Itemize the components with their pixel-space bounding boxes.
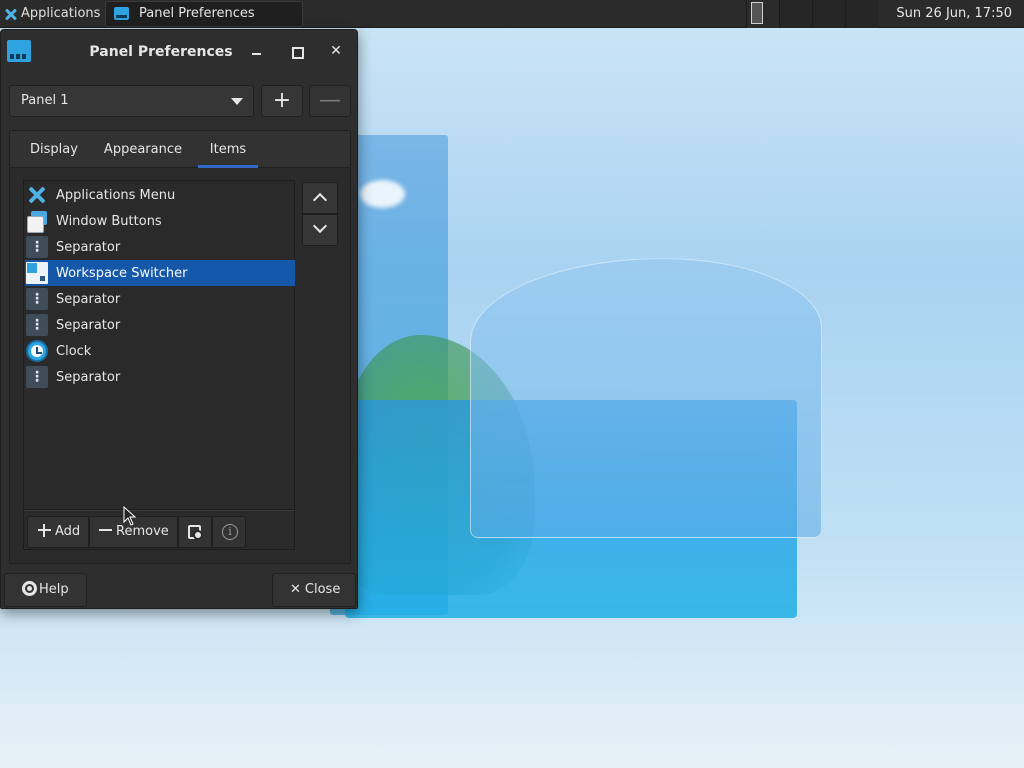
- list-item-label: Separator: [56, 291, 121, 307]
- tab-appearance[interactable]: Appearance: [94, 131, 192, 168]
- panel-selector-row: Panel 1 + —: [9, 85, 351, 117]
- plus-icon: [38, 524, 51, 537]
- list-item-label: Clock: [56, 343, 92, 359]
- info-icon: i: [222, 524, 238, 540]
- top-panel: Applications Panel Preferences Sun 26 Ju…: [0, 0, 1024, 28]
- list-item[interactable]: Clock: [25, 338, 295, 364]
- wallpaper-cloud: [360, 180, 405, 208]
- list-item[interactable]: Separator: [25, 312, 295, 338]
- list-item-label: Separator: [56, 317, 121, 333]
- tab-display[interactable]: Display: [20, 131, 88, 168]
- list-item[interactable]: Separator: [25, 234, 295, 260]
- list-item-label: Applications Menu: [56, 187, 176, 203]
- workspace-4[interactable]: [845, 0, 878, 28]
- workspace-1[interactable]: [746, 0, 779, 28]
- workspace-3[interactable]: [812, 0, 845, 28]
- dialog-title: Panel Preferences: [89, 43, 233, 60]
- tab-items[interactable]: Items: [197, 131, 258, 168]
- preferences-notebook: Display Appearance Items Applications Me…: [9, 130, 351, 564]
- panel-select-value: Panel 1: [21, 93, 69, 108]
- chevron-down-icon: [231, 98, 243, 105]
- items-toolbar: Add Remove i: [23, 510, 295, 550]
- list-item[interactable]: Window Buttons: [25, 208, 295, 234]
- move-item-up-button[interactable]: [302, 182, 338, 214]
- applications-menu-label: Applications: [21, 6, 101, 21]
- list-item-label: Separator: [56, 239, 121, 255]
- applications-menu-button[interactable]: Applications: [0, 0, 103, 28]
- chevron-up-icon: [312, 192, 328, 208]
- workspace-2[interactable]: [779, 0, 812, 28]
- workspace-switcher-icon: [26, 262, 48, 284]
- add-item-label: Add: [55, 524, 81, 539]
- separator-icon: [26, 236, 48, 258]
- separator-icon: [26, 314, 48, 336]
- help-label: Help: [39, 582, 69, 597]
- taskbar-window-button[interactable]: Panel Preferences: [105, 0, 303, 27]
- panel-preferences-dialog: Panel Preferences ✕ Panel 1 + — Display …: [0, 29, 358, 609]
- about-item-button[interactable]: i: [212, 516, 246, 548]
- close-icon: ✕: [290, 582, 301, 597]
- separator-icon: [26, 288, 48, 310]
- taskbar-window-label: Panel Preferences: [139, 6, 255, 21]
- add-item-button[interactable]: Add: [27, 516, 89, 548]
- clock-icon: [26, 340, 48, 362]
- help-icon: [22, 581, 37, 596]
- minus-icon: [99, 524, 112, 537]
- list-item-label: Separator: [56, 369, 121, 385]
- list-item-label: Window Buttons: [56, 213, 162, 229]
- list-item[interactable]: Separator: [25, 364, 295, 390]
- items-list[interactable]: Applications Menu Window Buttons Separat…: [23, 180, 295, 510]
- close-label: Close: [304, 582, 341, 597]
- panel-preferences-icon: [114, 7, 129, 20]
- preferences-icon: [188, 525, 203, 540]
- remove-panel-button[interactable]: —: [309, 85, 351, 117]
- maximize-button[interactable]: [287, 42, 305, 60]
- panel-clock[interactable]: Sun 26 Jun, 17:50: [896, 0, 1012, 28]
- remove-item-label: Remove: [116, 524, 169, 539]
- add-panel-button[interactable]: +: [261, 85, 303, 117]
- applications-menu-icon: [4, 7, 18, 21]
- workspace-switcher: [746, 0, 878, 28]
- help-button[interactable]: Help: [4, 573, 87, 607]
- minimize-button[interactable]: [248, 42, 266, 60]
- move-item-down-button[interactable]: [302, 214, 338, 246]
- tab-bar: Display Appearance Items: [10, 131, 350, 168]
- panel-select[interactable]: Panel 1: [9, 85, 254, 117]
- window-buttons-icon: [26, 210, 48, 233]
- list-item[interactable]: Separator: [25, 286, 295, 312]
- close-window-button[interactable]: ✕: [327, 42, 345, 60]
- separator-icon: [26, 366, 48, 388]
- wallpaper-shape: [470, 258, 822, 538]
- list-item[interactable]: Applications Menu: [25, 182, 295, 208]
- list-item-label: Workspace Switcher: [56, 265, 188, 281]
- list-item-selected[interactable]: Workspace Switcher: [25, 260, 295, 286]
- edit-item-button[interactable]: [178, 516, 212, 548]
- close-button[interactable]: ✕ Close: [272, 573, 356, 607]
- dialog-titlebar[interactable]: Panel Preferences ✕: [1, 30, 357, 73]
- applications-menu-icon: [26, 184, 48, 206]
- chevron-down-icon: [312, 218, 328, 234]
